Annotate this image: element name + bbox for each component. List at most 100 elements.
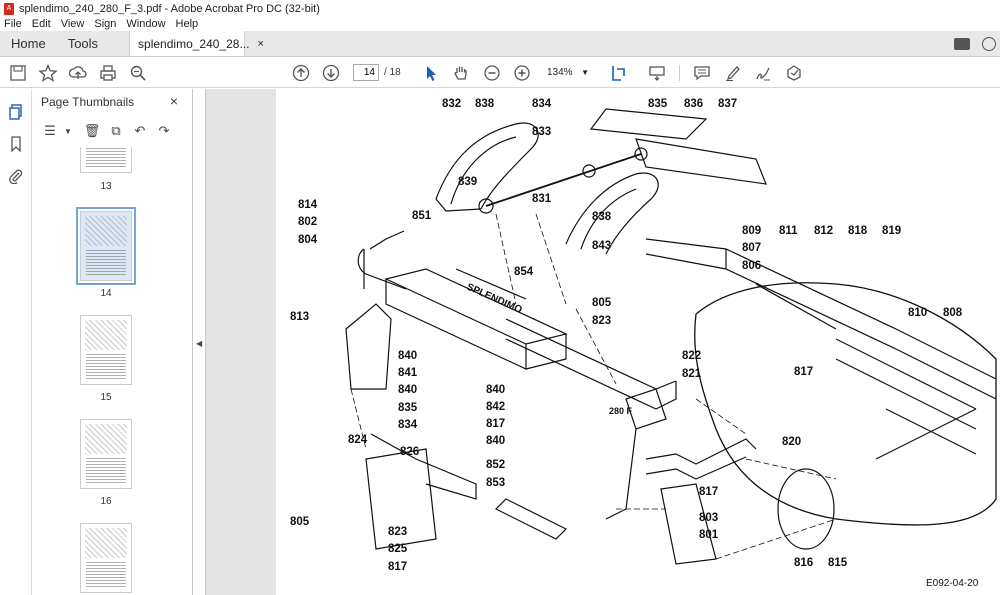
chevron-down-icon: ▼ <box>581 68 589 77</box>
part-label: 814 <box>298 199 318 211</box>
page-thumbnails-panel: Page Thumbnails × ☰ ▼ 🗑 ⧉ ↶ ↷ 13 14 15 1… <box>33 89 221 595</box>
menu-help[interactable]: Help <box>176 18 199 30</box>
page-thumbnail-13[interactable] <box>80 147 132 173</box>
part-label: 817 <box>486 418 506 430</box>
part-label: 841 <box>398 367 418 379</box>
menu-view[interactable]: View <box>61 18 85 30</box>
tab-bar: Home Tools splendimo_240_28... × <box>0 31 1000 57</box>
menu-edit[interactable]: Edit <box>32 18 51 30</box>
collapse-panel-icon[interactable]: ◀ <box>196 339 202 348</box>
part-label: 817 <box>794 366 814 378</box>
panel-title: Page Thumbnails <box>41 95 135 109</box>
menu-sign[interactable]: Sign <box>94 18 116 30</box>
part-label: 826 <box>400 446 420 458</box>
part-label: 817 <box>699 486 719 498</box>
part-label: 833 <box>532 126 552 138</box>
rotate-left-icon[interactable]: ↶ <box>131 122 149 140</box>
document-viewport[interactable]: SPLENDIMO 280 F 832 838 834 835 836 837 … <box>206 89 1000 595</box>
part-label: 818 <box>848 225 868 237</box>
zoom-out-icon[interactable] <box>482 63 502 83</box>
toolbar-separator <box>679 65 680 81</box>
part-label: 831 <box>532 193 552 205</box>
page-fit-icon[interactable] <box>609 63 629 83</box>
comment-icon[interactable] <box>692 63 712 83</box>
part-label: 821 <box>682 368 702 380</box>
part-label: 809 <box>742 225 762 237</box>
part-label: 816 <box>794 557 814 569</box>
print-icon[interactable] <box>98 63 118 83</box>
zoom-level-dropdown[interactable]: 134% ▼ <box>544 64 592 81</box>
page-thumbnail-16[interactable] <box>80 419 132 489</box>
help-icon[interactable] <box>982 36 996 51</box>
delete-page-icon[interactable]: 🗑 <box>83 122 101 140</box>
options-menu-icon[interactable]: ☰ <box>41 122 59 140</box>
keyboard-icon[interactable] <box>647 63 667 83</box>
exploded-parts-diagram: SPLENDIMO 280 F <box>345 108 997 565</box>
zoom-in-icon[interactable] <box>512 63 532 83</box>
tab-home[interactable]: Home <box>0 31 57 56</box>
rotate-right-icon[interactable]: ↷ <box>155 122 173 140</box>
part-label: 822 <box>682 350 702 362</box>
part-label: 803 <box>699 512 719 524</box>
part-label: 802 <box>298 216 318 228</box>
part-label: 805 <box>290 516 310 528</box>
tab-tools[interactable]: Tools <box>57 31 109 56</box>
main-toolbar: / 18 134% ▼ <box>0 57 1000 88</box>
pdf-page: SPLENDIMO 280 F 832 838 834 835 836 837 … <box>276 89 1000 595</box>
comment-panel-icon[interactable] <box>954 37 970 50</box>
bookmarks-icon[interactable] <box>8 135 24 153</box>
part-label: 854 <box>514 266 534 278</box>
hand-icon[interactable] <box>451 63 471 83</box>
stencil-280f: 280 F <box>609 406 633 416</box>
thumbnail-label: 15 <box>100 392 112 403</box>
sign-icon[interactable] <box>753 63 773 83</box>
highlight-icon[interactable] <box>723 63 743 83</box>
window-title: splendimo_240_280_F_3.pdf - Adobe Acroba… <box>19 2 320 15</box>
page-thumbnail-17[interactable] <box>80 523 132 593</box>
part-label: 805 <box>592 297 612 309</box>
prev-page-icon[interactable] <box>291 63 311 83</box>
attachments-icon[interactable] <box>8 167 24 185</box>
part-label: 824 <box>348 434 368 446</box>
close-panel-icon[interactable]: × <box>170 93 178 109</box>
menu-window[interactable]: Window <box>126 18 165 30</box>
page-thumbnails-icon[interactable] <box>8 103 24 121</box>
chevron-down-icon[interactable]: ▼ <box>59 122 77 140</box>
thumbnail-label: 13 <box>100 181 112 192</box>
menu-file[interactable]: File <box>4 18 22 30</box>
part-label: 804 <box>298 234 318 246</box>
bookmark-star-icon[interactable] <box>38 63 58 83</box>
part-label: 801 <box>699 529 719 541</box>
insert-page-icon[interactable]: ⧉ <box>107 122 125 140</box>
part-label: 834 <box>398 419 418 431</box>
close-tab-icon[interactable]: × <box>257 38 263 50</box>
page-thumbnail-15[interactable] <box>80 315 132 385</box>
next-page-icon[interactable] <box>321 63 341 83</box>
part-label: 840 <box>398 350 418 362</box>
page-count: / 18 <box>384 67 401 78</box>
part-label: 823 <box>592 315 612 327</box>
panel-splitter[interactable]: ◀ <box>193 89 206 595</box>
part-label: 838 <box>475 98 495 110</box>
upload-icon[interactable] <box>68 63 88 83</box>
part-label: 840 <box>486 384 506 396</box>
document-tab-label: splendimo_240_28... <box>138 36 250 51</box>
page-number-input[interactable] <box>353 64 379 81</box>
save-icon[interactable] <box>8 63 28 83</box>
part-label: 853 <box>486 477 506 489</box>
part-label: 839 <box>458 176 478 188</box>
part-label: 825 <box>388 543 408 555</box>
select-cursor-icon[interactable] <box>421 63 441 83</box>
send-icon[interactable] <box>784 63 804 83</box>
part-label: 823 <box>388 526 408 538</box>
tab-document[interactable]: splendimo_240_28... × <box>129 31 264 56</box>
zoom-search-icon[interactable] <box>128 63 148 83</box>
part-label: 838 <box>592 211 612 223</box>
part-label: 810 <box>908 307 928 319</box>
pdf-app-icon: A <box>4 2 14 15</box>
part-label: 808 <box>943 307 963 319</box>
acrobat-window: A splendimo_240_280_F_3.pdf - Adobe Acro… <box>0 0 1000 595</box>
page-thumbnail-14[interactable] <box>76 207 136 285</box>
part-label: 817 <box>388 561 408 573</box>
thumbnail-label: 16 <box>100 496 112 507</box>
